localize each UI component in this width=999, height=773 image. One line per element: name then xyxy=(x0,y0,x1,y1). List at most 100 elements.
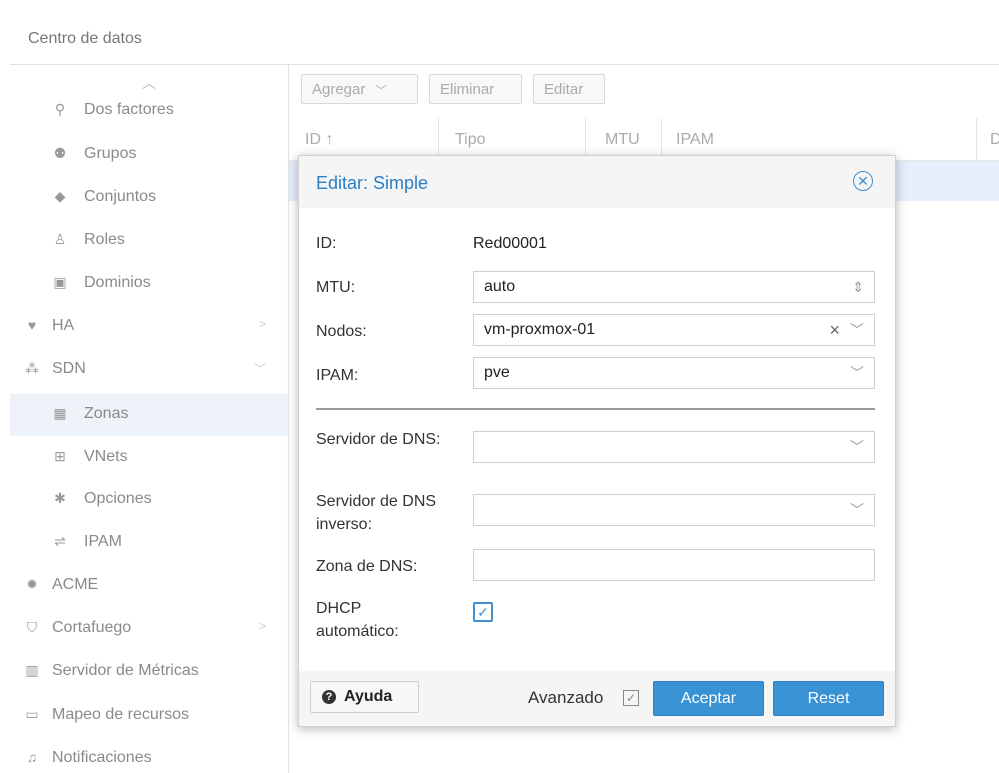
help-button[interactable]: ? Ayuda xyxy=(310,681,419,713)
reverse-dns-select[interactable]: ﹀ xyxy=(473,494,875,526)
male-icon: ♙ xyxy=(53,231,67,247)
sidebar-item-zonas[interactable]: ▦ Zonas xyxy=(10,394,288,436)
advanced-checkbox[interactable]: ✓ xyxy=(623,690,639,706)
sidebar-item-label: Cortafuego xyxy=(52,619,132,636)
sidebar-item-sdn[interactable]: ⁂ SDN ﹀ xyxy=(10,349,288,391)
sidebar-item-acme[interactable]: ✹ ACME xyxy=(10,565,288,607)
column-divider xyxy=(438,118,439,160)
sidebar-item-metricas[interactable]: ▥ Servidor de Métricas xyxy=(10,651,288,693)
sidebar-item-grupos[interactable]: ⚉ Grupos xyxy=(10,134,288,176)
th-icon: ▦ xyxy=(53,405,67,421)
mtu-label: MTU: xyxy=(316,279,356,296)
dns-zone-input[interactable] xyxy=(473,549,875,581)
id-value: Red00001 xyxy=(473,235,547,252)
header-bar: Centro de datos xyxy=(10,8,999,65)
section-divider xyxy=(316,408,875,410)
sidebar-item-label: VNets xyxy=(84,448,128,465)
bell-icon: ♫ xyxy=(26,749,38,765)
sidebar-item-label: Mapeo de recursos xyxy=(52,706,189,723)
reset-button[interactable]: Reset xyxy=(773,681,884,716)
nodes-value: vm-proxmox-01 xyxy=(484,321,596,338)
chevron-down-icon[interactable]: ﹀ xyxy=(850,315,864,345)
sidebar-item-conjuntos[interactable]: ◆ Conjuntos xyxy=(10,177,288,219)
bar-chart-icon: ▥ xyxy=(25,662,39,678)
sidebar-item-vnets[interactable]: ⊞ VNets xyxy=(10,437,288,479)
dialog-footer: ? Ayuda Avanzado ✓ Aceptar Reset xyxy=(299,671,895,726)
sidebar-item-cortafuego[interactable]: ⛉ Cortafuego > xyxy=(10,608,288,650)
sidebar-item-label: ACME xyxy=(52,576,99,593)
folder-icon: ▭ xyxy=(25,706,39,722)
ipam-select[interactable]: pve ﹀ xyxy=(473,357,875,389)
column-divider xyxy=(661,118,662,160)
ipam-value: pve xyxy=(484,364,510,381)
sidebar-item-label: Roles xyxy=(84,231,125,248)
expand-arrow-icon[interactable]: > xyxy=(259,619,266,633)
address-book-icon: ▣ xyxy=(53,274,67,290)
collapse-arrow-icon[interactable]: ﹀ xyxy=(254,360,266,377)
remove-button[interactable]: Eliminar xyxy=(429,74,522,104)
ipam-label: IPAM: xyxy=(316,367,359,384)
dhcp-label: DHCP automático: xyxy=(316,600,399,640)
sidebar-item-label: SDN xyxy=(52,360,86,377)
reverse-dns-label: Servidor de DNS inverso: xyxy=(316,493,437,533)
sidebar-item-notificaciones[interactable]: ♫ Notificaciones xyxy=(10,738,288,773)
clear-icon[interactable]: × xyxy=(829,315,840,345)
question-icon: ? xyxy=(322,690,336,704)
sidebar-item-label: Dos factores xyxy=(84,101,174,118)
gear-icon: ✱ xyxy=(54,490,66,506)
sidebar-item-label: Servidor de Métricas xyxy=(52,662,199,679)
dns-select[interactable]: ﹀ xyxy=(473,431,875,463)
sidebar-item-label: Zonas xyxy=(84,405,129,422)
chevron-down-icon[interactable]: ﹀ xyxy=(850,495,864,525)
column-header-id[interactable]: ID ↑ xyxy=(305,131,333,149)
nodes-select[interactable]: vm-proxmox-01 × ﹀ xyxy=(473,314,875,346)
column-header-mtu[interactable]: MTU xyxy=(605,131,640,149)
close-icon[interactable]: ✕ xyxy=(853,171,873,191)
column-divider xyxy=(976,118,977,160)
mtu-field[interactable]: auto ⇕ xyxy=(473,271,875,303)
spinner-icon[interactable]: ⇕ xyxy=(852,272,864,302)
chevron-down-icon[interactable]: ﹀ xyxy=(850,358,864,388)
mtu-value: auto xyxy=(484,278,516,295)
sidebar-item-dominios[interactable]: ▣ Dominios xyxy=(10,263,288,305)
dhcp-checkbox[interactable]: ✓ xyxy=(473,602,493,622)
expand-arrow-icon[interactable]: > xyxy=(259,317,266,331)
dns-label: Servidor de DNS: xyxy=(316,431,441,448)
ipam-icon: ⇌ xyxy=(54,533,66,549)
reset-button-label: Reset xyxy=(807,690,850,707)
dialog-header: Editar: Simple ✕ xyxy=(299,156,895,208)
certificate-icon: ✹ xyxy=(26,576,38,592)
page-title: Centro de datos xyxy=(28,30,142,47)
dns-zone-label: Zona de DNS: xyxy=(316,558,418,575)
add-button-label: Agregar xyxy=(312,81,366,98)
users-icon: ⚉ xyxy=(53,145,67,161)
accept-button[interactable]: Aceptar xyxy=(653,681,764,716)
advanced-label: Avanzado xyxy=(528,688,604,707)
sidebar-item-dos-factores[interactable]: ⚲ Dos factores xyxy=(10,90,288,132)
column-header-tipo[interactable]: Tipo xyxy=(455,131,486,149)
heartbeat-icon: ♥ xyxy=(27,317,37,333)
sidebar-item-mapeo[interactable]: ▭ Mapeo de recursos xyxy=(10,695,288,737)
sidebar-item-roles[interactable]: ♙ Roles xyxy=(10,220,288,262)
dialog-title: Editar: Simple xyxy=(316,173,429,193)
shield-icon: ⛉ xyxy=(26,619,38,635)
sidebar-item-ha[interactable]: ♥ HA > xyxy=(10,306,288,348)
id-label: ID: xyxy=(316,235,337,252)
nodes-label: Nodos: xyxy=(316,323,367,340)
sidebar-item-opciones[interactable]: ✱ Opciones xyxy=(10,479,288,521)
key-icon: ⚲ xyxy=(54,101,66,117)
edit-button[interactable]: Editar xyxy=(533,74,605,104)
add-button[interactable]: Agregar ﹀ xyxy=(301,74,418,104)
column-header-truncated[interactable]: D xyxy=(990,131,999,149)
chevron-down-icon[interactable]: ﹀ xyxy=(850,432,864,462)
sidebar-item-label: Grupos xyxy=(84,145,137,162)
remove-button-label: Eliminar xyxy=(440,81,495,98)
edit-zone-dialog: Editar: Simple ✕ ID: Red00001 MTU: auto … xyxy=(298,155,896,727)
column-header-ipam[interactable]: IPAM xyxy=(676,131,714,149)
sidebar-item-ipam[interactable]: ⇌ IPAM xyxy=(10,522,288,564)
edit-button-label: Editar xyxy=(544,81,584,98)
sidebar-item-label: Dominios xyxy=(84,274,151,291)
sidebar-item-label: IPAM xyxy=(84,533,122,550)
accept-button-label: Aceptar xyxy=(680,690,737,707)
network-icon: ⊞ xyxy=(54,448,66,464)
